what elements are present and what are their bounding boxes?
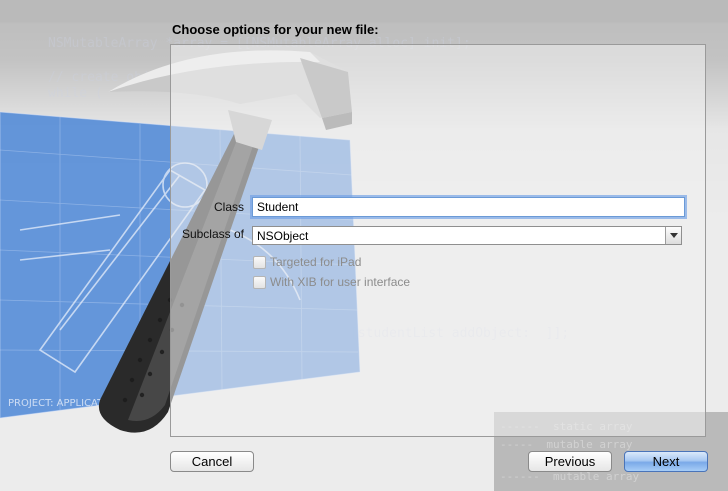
with-xib-checkbox[interactable] [253,276,266,289]
with-xib-label: With XIB for user interface [270,275,411,289]
dialog-title: Choose options for your new file: [172,22,379,37]
chevron-down-icon[interactable] [665,227,681,244]
class-name-input[interactable] [252,197,685,217]
class-label: Class [213,200,244,214]
subclass-value[interactable]: NSObject [257,229,308,243]
cancel-button[interactable]: Cancel [170,451,254,472]
subclass-label: Subclass of [181,227,244,241]
previous-button[interactable]: Previous [528,451,612,472]
targeted-ipad-checkbox[interactable] [253,256,266,269]
subclass-combo-box[interactable]: NSObject [252,226,682,245]
next-button[interactable]: Next [624,451,708,472]
targeted-ipad-label: Targeted for iPad [270,255,362,269]
